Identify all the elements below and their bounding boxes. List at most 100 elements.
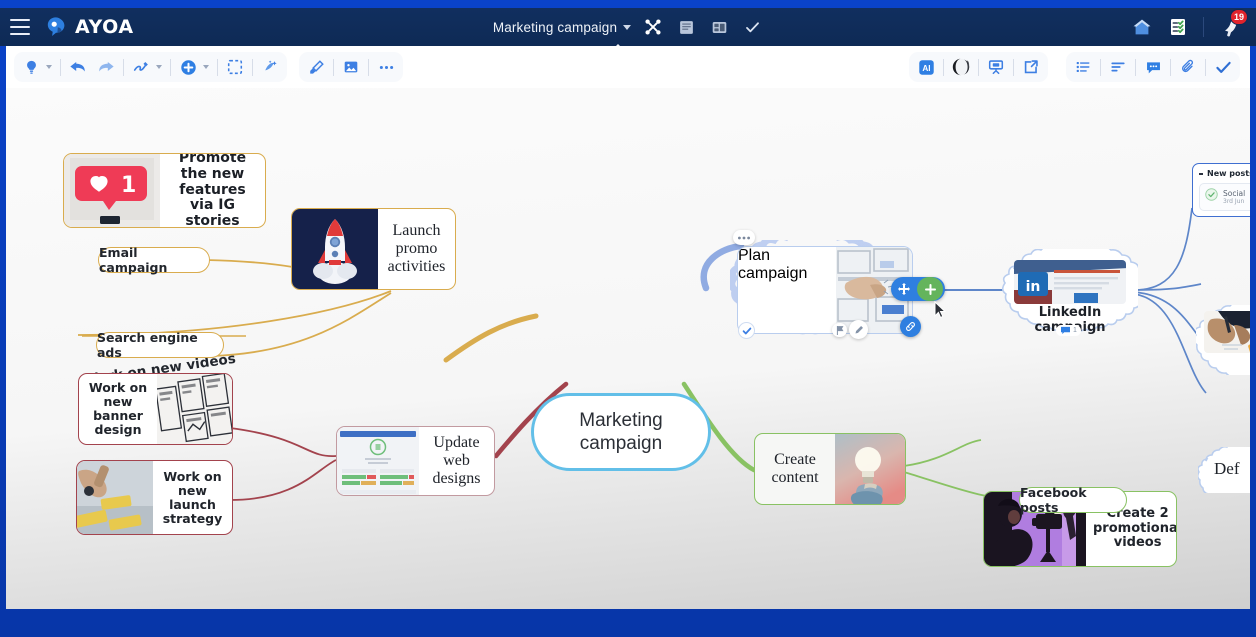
toolbar-left-group: [14, 52, 287, 82]
node-banner-design[interactable]: Work on new banner design: [78, 373, 233, 445]
flag-icon[interactable]: [832, 323, 847, 337]
node-plan-campaign[interactable]: Plan campaign: [730, 230, 945, 339]
node-thumbnail-lightbulb-hand: [835, 434, 905, 504]
lightbulb-icon[interactable]: [17, 53, 45, 81]
node-linkedin-campaign[interactable]: in LinkedIn campaign 1: [1002, 249, 1138, 336]
toolbar-separator: [1135, 58, 1136, 76]
link-icon[interactable]: [900, 316, 921, 337]
document-title[interactable]: Marketing campaign: [493, 20, 617, 35]
node-writing-cloud[interactable]: [1196, 305, 1250, 375]
more-dots-icon[interactable]: [733, 230, 755, 245]
document-title-group: Marketing campaign: [468, 8, 788, 46]
node-launch-promo[interactable]: Launch promo activities: [291, 208, 456, 290]
lightbulb-dropdown-caret[interactable]: [46, 65, 52, 69]
toolbar-separator: [123, 58, 124, 76]
toolbar-separator: [333, 58, 334, 76]
node-update-web[interactable]: Update web designs: [336, 426, 495, 496]
outline-view-icon[interactable]: [1069, 53, 1097, 81]
magic-wand-icon[interactable]: [256, 53, 284, 81]
node-label: Facebook posts: [1020, 485, 1087, 515]
notifications-bell-icon[interactable]: 19: [1218, 9, 1248, 40]
editor-toolbar: AI: [6, 46, 1250, 88]
central-node-label: Marketing campaign: [579, 409, 663, 454]
dark-mode-icon[interactable]: [947, 53, 975, 81]
bullet-icon: [1199, 172, 1203, 175]
task-board-icon[interactable]: [675, 16, 697, 38]
node-label: Def: [1214, 459, 1240, 478]
comment-icon[interactable]: [1139, 53, 1167, 81]
node-label: Launch promo activities: [387, 222, 446, 275]
notification-badge: 19: [1229, 9, 1248, 25]
highlighter-icon[interactable]: [302, 53, 330, 81]
toolbar-separator: [368, 58, 369, 76]
toolbar-separator: [252, 58, 253, 76]
insert-image-icon[interactable]: [337, 53, 365, 81]
svg-text:in: in: [1026, 279, 1041, 295]
node-email-campaign[interactable]: Email campaign: [98, 245, 210, 275]
select-area-icon[interactable]: [221, 53, 249, 81]
home-icon[interactable]: [1131, 16, 1153, 38]
card-row-date: 3rd Jun: [1223, 198, 1245, 205]
card-title: New posts: [1207, 169, 1250, 178]
node-thumbnail-rocket: [292, 209, 378, 289]
attachment-icon[interactable]: [1174, 53, 1202, 81]
add-node-icon[interactable]: [917, 277, 943, 301]
node-thumbnail-wireframe: [154, 374, 232, 444]
share-export-icon[interactable]: [1017, 53, 1045, 81]
done-checkmark-icon[interactable]: [1209, 53, 1237, 81]
node-facebook-posts[interactable]: Facebook posts: [1019, 485, 1127, 515]
toolbar-separator: [1013, 58, 1014, 76]
pen-style-dropdown-caret[interactable]: [156, 65, 162, 69]
node-promote-ig[interactable]: 1 Promote the new features via IG storie…: [63, 153, 266, 228]
brand-name: AYOA: [75, 16, 134, 38]
node-label: Email campaign: [99, 245, 168, 275]
svg-text:AI: AI: [922, 63, 930, 72]
node-search-engine-ads[interactable]: Search engine ads: [96, 330, 224, 360]
ai-icon[interactable]: AI: [912, 53, 940, 81]
tasks-icon[interactable]: [1167, 16, 1189, 38]
node-create-content[interactable]: Create content: [754, 433, 906, 505]
comment-badge[interactable]: 1: [1056, 325, 1081, 336]
add-branch-icon[interactable]: [174, 53, 202, 81]
header-right-icons: 19: [1131, 8, 1248, 46]
toolbar-separator: [1100, 58, 1101, 76]
new-posts-card[interactable]: New posts Social 3rd Jun: [1192, 163, 1250, 217]
complete-icon[interactable]: [738, 322, 755, 339]
central-node-marketing-campaign[interactable]: Marketing campaign: [531, 393, 711, 471]
move-icon[interactable]: [891, 282, 917, 296]
canvas-view-icon[interactable]: [708, 16, 730, 38]
hamburger-icon[interactable]: [10, 19, 30, 35]
top-header-bar: AYOA Marketing campaign 19: [0, 8, 1256, 46]
brand: AYOA: [44, 15, 134, 39]
check-circle-icon: [1205, 188, 1218, 206]
node-label: Create content: [771, 451, 819, 486]
toolbar-separator: [1205, 58, 1206, 76]
undo-icon[interactable]: [64, 53, 92, 81]
header-divider: [1203, 17, 1204, 37]
node-launch-strategy[interactable]: Work on new launch strategy: [76, 460, 233, 535]
edit-icon[interactable]: [849, 320, 868, 339]
add-branch-dropdown-caret[interactable]: [203, 65, 209, 69]
toolbar-separator: [1170, 58, 1171, 76]
filter-icon[interactable]: [1104, 53, 1132, 81]
toolbar-right-group: AI: [909, 52, 1048, 82]
node-define[interactable]: Def: [1198, 447, 1250, 493]
comment-count: 1: [1073, 327, 1077, 334]
more-options-icon[interactable]: [372, 53, 400, 81]
node-thumbnail-ig-like: 1: [64, 154, 160, 227]
toolbar-left-group-2: [299, 52, 403, 82]
node-selection-controls[interactable]: [891, 277, 945, 301]
node-label: Work on new launch strategy: [162, 468, 223, 526]
mindmap-view-icon[interactable]: [642, 16, 664, 38]
chevron-down-icon[interactable]: [623, 24, 632, 30]
pen-style-icon[interactable]: [127, 53, 155, 81]
app-window: AYOA Marketing campaign 19 AI 1 Promote …: [0, 0, 1256, 637]
presentation-icon[interactable]: [982, 53, 1010, 81]
mindmap-canvas[interactable]: 1 Promote the new features via IG storie…: [6, 88, 1250, 609]
card-row[interactable]: Social 3rd Jun: [1199, 183, 1250, 211]
checkmark-view-icon[interactable]: [741, 16, 763, 38]
node-label: Promote the new features via IG stories: [178, 153, 247, 228]
ayoa-logo-icon: [44, 15, 68, 39]
redo-icon[interactable]: [92, 53, 120, 81]
toolbar-separator: [943, 58, 944, 76]
